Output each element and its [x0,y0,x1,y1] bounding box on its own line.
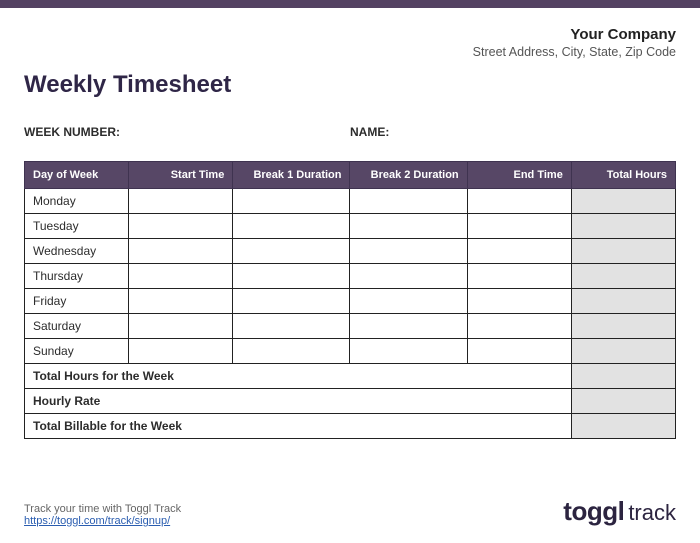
footer-note: Track your time with Toggl Track [24,503,181,515]
cell-total [571,214,675,239]
cell-end [467,189,571,214]
cell-start [129,189,233,214]
cell-start [129,214,233,239]
cell-day: Sunday [25,339,129,364]
cell-total [571,289,675,314]
summary-total-billable-label: Total Billable for the Week [25,414,572,439]
cell-break2 [350,189,467,214]
cell-end [467,214,571,239]
summary-total-hours-label: Total Hours for the Week [25,364,572,389]
table-row: Monday [25,189,676,214]
col-end: End Time [467,162,571,189]
col-start: Start Time [129,162,233,189]
company-name: Your Company [24,26,676,43]
cell-break1 [233,189,350,214]
cell-total [571,189,675,214]
cell-day: Thursday [25,264,129,289]
week-number-label: WEEK NUMBER: [24,125,120,139]
cell-break2 [350,239,467,264]
footer-link[interactable]: https://toggl.com/track/signup/ [24,515,170,527]
cell-break1 [233,214,350,239]
footer-left: Track your time with Toggl Track https:/… [24,503,181,527]
cell-break2 [350,289,467,314]
name-label: NAME: [350,125,389,139]
logo-bold: toggl [563,496,624,527]
cell-break1 [233,314,350,339]
cell-total [571,239,675,264]
cell-day: Saturday [25,314,129,339]
cell-day: Tuesday [25,214,129,239]
cell-break2 [350,339,467,364]
summary-total-hours-value [571,364,675,389]
logo-light: track [628,500,676,526]
cell-break2 [350,264,467,289]
cell-break1 [233,239,350,264]
cell-break1 [233,264,350,289]
toggl-logo: toggl track [563,496,676,527]
table-row: Wednesday [25,239,676,264]
cell-break2 [350,214,467,239]
table-row: Tuesday [25,214,676,239]
table-row: Saturday [25,314,676,339]
cell-day: Friday [25,289,129,314]
cell-break2 [350,314,467,339]
summary-hourly-rate-label: Hourly Rate [25,389,572,414]
company-block: Your Company Street Address, City, State… [24,26,676,59]
col-break2: Break 2 Duration [350,162,467,189]
cell-start [129,289,233,314]
col-total: Total Hours [571,162,675,189]
cell-break1 [233,289,350,314]
cell-start [129,264,233,289]
cell-end [467,239,571,264]
cell-end [467,314,571,339]
summary-hourly-rate-value [571,389,675,414]
table-row: Sunday [25,339,676,364]
table-row: Friday [25,289,676,314]
cell-end [467,289,571,314]
top-accent-bar [0,0,700,8]
summary-total-billable-value [571,414,675,439]
timesheet-table: Day of Week Start Time Break 1 Duration … [24,161,676,439]
cell-start [129,339,233,364]
meta-row: WEEK NUMBER: NAME: [24,125,676,139]
cell-break1 [233,339,350,364]
cell-total [571,339,675,364]
cell-day: Wednesday [25,239,129,264]
cell-total [571,314,675,339]
page-title: Weekly Timesheet [24,71,676,99]
cell-total [571,264,675,289]
cell-day: Monday [25,189,129,214]
cell-start [129,239,233,264]
cell-end [467,339,571,364]
company-address: Street Address, City, State, Zip Code [24,45,676,59]
col-day: Day of Week [25,162,129,189]
cell-end [467,264,571,289]
col-break1: Break 1 Duration [233,162,350,189]
cell-start [129,314,233,339]
table-row: Thursday [25,264,676,289]
